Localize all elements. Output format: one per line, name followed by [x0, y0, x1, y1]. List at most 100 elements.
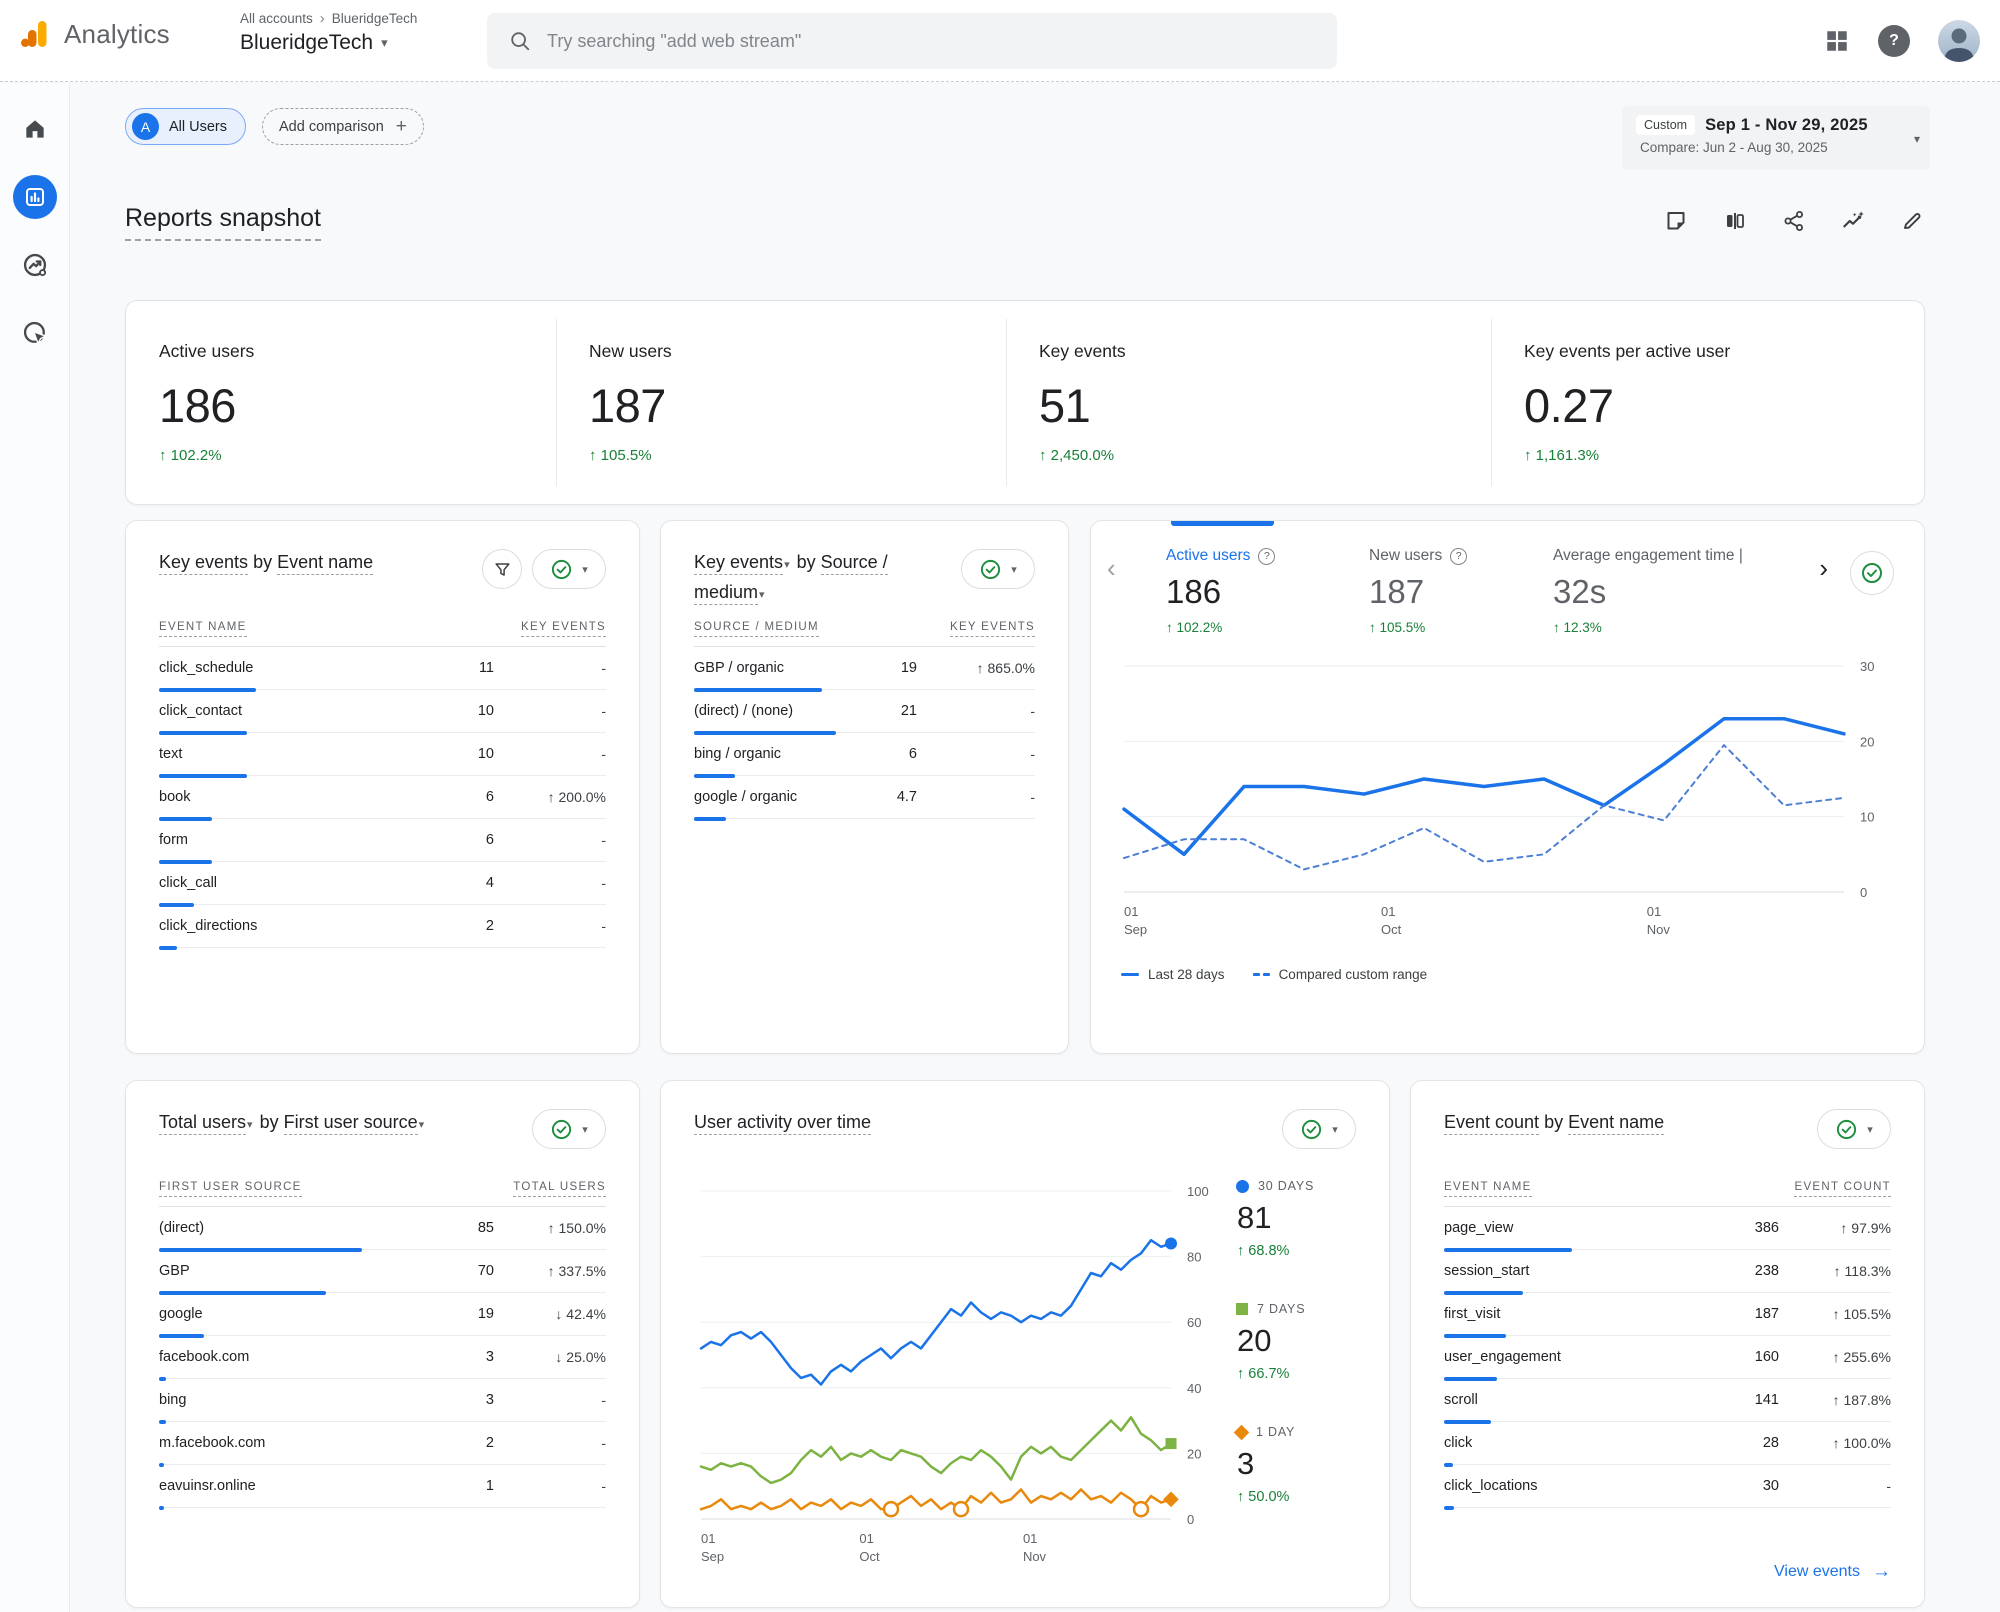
sidebar: [0, 83, 70, 1612]
title-metric[interactable]: Event count: [1444, 1112, 1539, 1135]
column-header-metric[interactable]: EVENT COUNT: [1794, 1181, 1891, 1197]
row-label: facebook.com: [159, 1349, 434, 1365]
column-header-dimension[interactable]: EVENT NAME: [1444, 1181, 1532, 1197]
carousel-next-button[interactable]: ›: [1819, 553, 1828, 584]
card-title: User activity over time: [694, 1109, 871, 1173]
ab-compare-icon: [1723, 209, 1747, 233]
column-header-metric[interactable]: KEY EVENTS: [950, 621, 1035, 637]
notes-button[interactable]: [1663, 208, 1689, 234]
table-row: bing3-: [159, 1379, 606, 1422]
table-row: session_start238↑ 118.3%: [1444, 1250, 1891, 1293]
row-value: 141: [1719, 1392, 1779, 1408]
sidebar-item-advertising[interactable]: [13, 311, 57, 355]
comparison-panel-button[interactable]: [1722, 208, 1748, 234]
row-value: 160: [1719, 1349, 1779, 1365]
data-quality-button[interactable]: ▾: [532, 549, 606, 589]
user-activity-chart[interactable]: 02040608010001Sep01Oct01Nov: [661, 1181, 1221, 1601]
up-arrow-icon: ↑: [1039, 447, 1047, 464]
title-text[interactable]: User activity over time: [694, 1112, 871, 1135]
title-dimension[interactable]: Event name: [277, 552, 373, 575]
share-button[interactable]: [1781, 208, 1807, 234]
title-metric[interactable]: Key events: [694, 552, 783, 575]
title-dimension[interactable]: Event name: [1568, 1112, 1664, 1135]
insights-button[interactable]: [1840, 208, 1866, 234]
table-row: google19↓ 42.4%: [159, 1293, 606, 1336]
apps-grid-icon[interactable]: [1824, 28, 1850, 54]
svg-text:0: 0: [1860, 885, 1867, 900]
card-user-activity-over-time: User activity over time ▾ 02040608010001…: [660, 1080, 1390, 1608]
pencil-icon: [1900, 209, 1924, 233]
check-circle-icon: [550, 1118, 573, 1141]
tab-active-users[interactable]: Active users? 186 ↑ 102.2%: [1166, 547, 1275, 635]
help-icon[interactable]: ?: [1450, 548, 1467, 565]
column-header-dimension[interactable]: SOURCE / MEDIUM: [694, 621, 819, 637]
tab-average-engagement-time[interactable]: Average engagement time | 32s ↑ 12.3%: [1553, 547, 1815, 635]
title-metric[interactable]: Total users: [159, 1112, 246, 1135]
analytics-logo-icon: [18, 18, 50, 50]
up-arrow-icon: ↑: [1524, 447, 1532, 464]
table-row: page_view386↑ 97.9%: [1444, 1207, 1891, 1250]
add-comparison-button[interactable]: Add comparison +: [262, 108, 424, 145]
avatar[interactable]: [1938, 20, 1980, 62]
users-trend-chart[interactable]: 010203001Sep01Oct01Nov: [1091, 656, 1926, 956]
edit-button[interactable]: [1899, 208, 1925, 234]
title-join: by: [797, 552, 816, 572]
row-change: -: [494, 1435, 606, 1451]
funnel-icon: [493, 560, 512, 579]
date-range-selector[interactable]: Custom Sep 1 - Nov 29, 2025 Compare: Jun…: [1622, 106, 1930, 170]
up-arrow-icon: ↑: [1166, 620, 1173, 635]
data-quality-button[interactable]: ▾: [961, 549, 1035, 589]
carousel-prev-button[interactable]: ‹: [1107, 553, 1116, 584]
svg-text:20: 20: [1860, 734, 1874, 749]
title-dimension[interactable]: First user source: [284, 1112, 418, 1135]
caret-down-icon: ▾: [784, 559, 790, 571]
sidebar-item-home[interactable]: [13, 107, 57, 151]
title-metric[interactable]: Key events: [159, 552, 248, 575]
check-circle-icon: [1835, 1118, 1858, 1141]
svg-text:01: 01: [1381, 904, 1395, 919]
data-quality-button[interactable]: ▾: [1817, 1109, 1891, 1149]
column-header-dimension[interactable]: FIRST USER SOURCE: [159, 1181, 302, 1197]
caret-down-icon: ▾: [582, 1123, 588, 1136]
data-quality-button[interactable]: ▾: [532, 1109, 606, 1149]
row-value: 187: [1719, 1306, 1779, 1322]
audience-chip-all-users[interactable]: A All Users: [125, 108, 246, 145]
row-label: (direct) / (none): [694, 703, 865, 719]
svg-text:Oct: Oct: [859, 1549, 880, 1564]
help-icon[interactable]: ?: [1878, 25, 1910, 57]
table-row: first_visit187↑ 105.5%: [1444, 1293, 1891, 1336]
up-arrow-icon: ↑: [1237, 1366, 1244, 1382]
row-change: ↑ 150.0%: [494, 1220, 606, 1236]
row-value: 3: [434, 1392, 494, 1408]
column-header-metric[interactable]: TOTAL USERS: [513, 1181, 606, 1197]
search-bar[interactable]: Try searching "add web stream": [487, 13, 1337, 69]
column-header-metric[interactable]: KEY EVENTS: [521, 621, 606, 637]
property-selector[interactable]: BlueridgeTech ▾: [240, 31, 417, 55]
view-events-link[interactable]: View events →: [1774, 1561, 1891, 1583]
row-value: 2: [434, 1435, 494, 1451]
svg-text:01: 01: [1647, 904, 1661, 919]
data-quality-button[interactable]: ▾: [1282, 1109, 1356, 1149]
arrow-right-icon: →: [1872, 1561, 1891, 1583]
svg-text:Oct: Oct: [1381, 922, 1402, 937]
legend-compared-custom-range: Compared custom range: [1253, 967, 1428, 982]
column-header-dimension[interactable]: EVENT NAME: [159, 621, 247, 637]
row-change: ↑ 865.0%: [917, 660, 1035, 676]
sidebar-item-reports[interactable]: [13, 175, 57, 219]
caret-down-icon: ▾: [419, 1119, 425, 1131]
svg-text:40: 40: [1187, 1381, 1201, 1396]
sidebar-item-explore[interactable]: [13, 243, 57, 287]
table-row: facebook.com3↓ 25.0%: [159, 1336, 606, 1379]
table-header: EVENT NAME EVENT COUNT: [1444, 1181, 1891, 1207]
tab-new-users[interactable]: New users? 187 ↑ 105.5%: [1369, 547, 1467, 635]
row-change: -: [917, 746, 1035, 762]
sticky-note-icon: [1664, 209, 1688, 233]
row-change: -: [917, 703, 1035, 719]
table-row: click_directions2-: [159, 905, 606, 948]
filter-button[interactable]: [482, 549, 522, 589]
tab-change: ↑ 102.2%: [1166, 620, 1275, 635]
data-quality-button[interactable]: [1850, 551, 1894, 595]
help-icon[interactable]: ?: [1258, 548, 1275, 565]
title-join: by: [260, 1112, 279, 1132]
tab-label: New users: [1369, 547, 1442, 565]
